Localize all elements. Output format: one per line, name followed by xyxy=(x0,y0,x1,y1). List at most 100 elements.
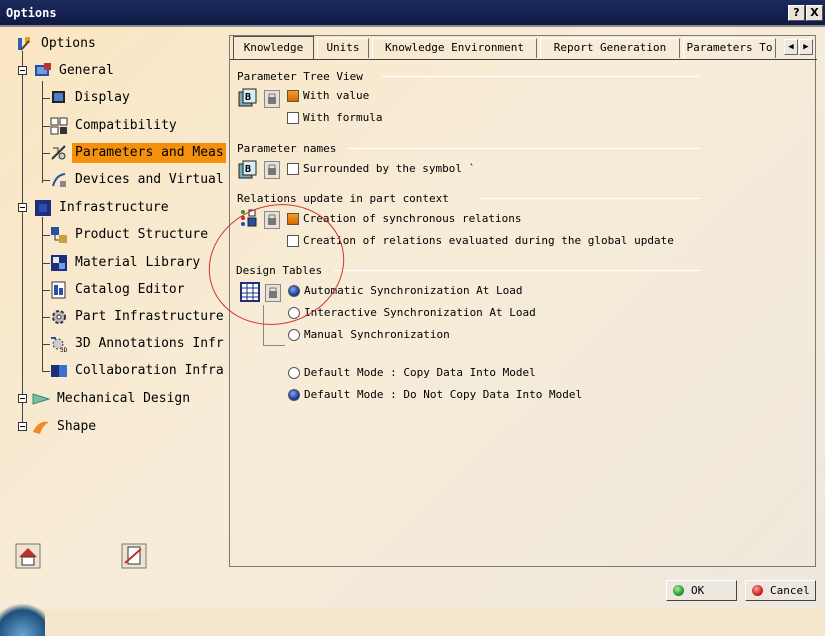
expand-mechanical-design-toggle[interactable] xyxy=(18,394,27,403)
tree-connector xyxy=(42,81,43,183)
tree-connector xyxy=(42,235,50,236)
tab-report-generation[interactable]: Report Generation xyxy=(540,38,680,58)
expand-shape-toggle[interactable] xyxy=(18,422,27,431)
lock-group-bracket xyxy=(263,345,285,346)
lock-icon[interactable] xyxy=(264,161,280,179)
surrounded-by-symbol-checkbox[interactable]: Surrounded by the symbol ` xyxy=(287,162,547,178)
copy-data-mode-radio-dot[interactable] xyxy=(288,367,300,379)
lock-icon[interactable] xyxy=(264,211,280,229)
tree-item-part-infrastructure[interactable]: Part Infrastructure xyxy=(50,307,226,327)
no-copy-data-mode-radio[interactable]: Default Mode : Do Not Copy Data Into Mod… xyxy=(288,388,618,404)
collaboration-icon xyxy=(51,365,67,377)
tab-units[interactable]: Units xyxy=(317,38,369,58)
surrounded-by-symbol-check[interactable] xyxy=(287,163,299,175)
catalog-editor-icon xyxy=(51,281,66,299)
interactive-sync-radio[interactable]: Interactive Synchronization At Load xyxy=(288,306,568,322)
tree-item-collaboration[interactable]: Collaboration Infra xyxy=(50,361,226,381)
tree-connector xyxy=(42,98,50,99)
close-button[interactable]: X xyxy=(806,5,823,21)
tree-item-material-library[interactable]: Material Library xyxy=(50,253,226,273)
with-value-check[interactable] xyxy=(287,90,299,102)
cancel-button[interactable]: Cancel xyxy=(745,580,816,601)
tree-connector xyxy=(42,290,50,291)
with-formula-check[interactable] xyxy=(287,112,299,124)
tree-connector xyxy=(42,344,50,345)
synchronous-relations-checkbox[interactable]: Creation of synchronous relations xyxy=(287,212,547,228)
tree-connector xyxy=(42,153,50,154)
help-button[interactable]: ? xyxy=(788,5,805,21)
tree-connector xyxy=(42,180,50,181)
parameter-names-icon: B xyxy=(238,160,257,179)
globe-logo xyxy=(0,595,45,636)
evaluated-relations-checkbox[interactable]: Creation of relations evaluated during t… xyxy=(287,234,707,250)
no-copy-data-mode-radio-dot[interactable] xyxy=(288,389,300,401)
parameter-names-title: Parameter names xyxy=(237,142,337,155)
expand-general-toggle[interactable] xyxy=(18,66,27,75)
manual-sync-radio-dot[interactable] xyxy=(288,329,300,341)
tab-scroll-left-button[interactable]: ◀ xyxy=(784,39,798,55)
ok-icon xyxy=(673,585,684,596)
tree-connector xyxy=(42,317,50,318)
tree-connector xyxy=(22,51,23,429)
relations-icon xyxy=(241,209,257,227)
interactive-sync-radio-dot[interactable] xyxy=(288,307,300,319)
parameters-icon xyxy=(51,145,66,160)
tree-item-3d-annotations[interactable]: 3D 3D Annotations Infr xyxy=(50,334,226,354)
svg-text:B: B xyxy=(245,92,251,103)
general-icon xyxy=(35,63,51,76)
tree-item-devices-and-virtual[interactable]: Devices and Virtual xyxy=(50,170,226,190)
lock-group-bracket xyxy=(263,305,264,345)
with-formula-checkbox[interactable]: With formula xyxy=(287,111,487,127)
tree-item-catalog-editor[interactable]: Catalog Editor xyxy=(50,280,226,300)
parameter-tree-view-title: Parameter Tree View xyxy=(237,70,363,83)
annotations-icon: 3D xyxy=(51,337,68,353)
tree-root-options[interactable]: Options xyxy=(16,34,216,54)
infrastructure-icon xyxy=(35,200,51,216)
evaluated-relations-check[interactable] xyxy=(287,235,299,247)
lock-icon[interactable] xyxy=(265,284,281,302)
svg-text:3D: 3D xyxy=(60,347,68,353)
tree-item-compatibility[interactable]: Compatibility xyxy=(50,116,226,136)
expand-infrastructure-toggle[interactable] xyxy=(18,203,27,212)
tree-connector xyxy=(42,263,50,264)
group-divider xyxy=(479,198,700,199)
material-library-icon xyxy=(51,255,67,271)
tab-scroll-right-button[interactable]: ▶ xyxy=(799,39,813,55)
svg-text:B: B xyxy=(245,164,251,175)
dialog-body: Options General Display Compatibility Pa… xyxy=(0,27,825,636)
tree-item-display[interactable]: Display xyxy=(50,88,226,108)
automatic-sync-radio-dot[interactable] xyxy=(288,285,300,297)
display-icon xyxy=(52,91,65,103)
tab-knowledge[interactable]: Knowledge xyxy=(233,36,314,59)
tree-item-shape[interactable]: Shape xyxy=(32,417,224,437)
manual-sync-radio[interactable]: Manual Synchronization xyxy=(288,328,568,344)
tab-knowledge-environment[interactable]: Knowledge Environment xyxy=(372,38,537,58)
compatibility-icon xyxy=(50,117,68,135)
group-divider xyxy=(382,76,700,77)
part-infrastructure-icon xyxy=(52,310,66,324)
options-tree: Options General Display Compatibility Pa… xyxy=(0,27,226,547)
options-icon xyxy=(18,37,30,51)
ok-button[interactable]: OK xyxy=(666,580,737,601)
lock-icon[interactable] xyxy=(264,90,280,108)
synchronous-relations-check[interactable] xyxy=(287,213,299,225)
group-divider xyxy=(348,148,700,149)
tree-item-parameters-and-measure[interactable]: Parameters and Meas xyxy=(50,143,226,163)
copy-data-mode-radio[interactable]: Default Mode : Copy Data Into Model xyxy=(288,366,588,382)
tab-parameters-tolerances[interactable]: Parameters To xyxy=(683,38,776,58)
tree-item-infrastructure[interactable]: Infrastructure xyxy=(34,198,224,218)
tree-item-mechanical-design[interactable]: Mechanical Design xyxy=(32,389,224,409)
tree-item-general[interactable]: General xyxy=(34,61,224,81)
group-divider xyxy=(334,270,700,271)
knowledge-tab-content: Parameter Tree View B With value With fo… xyxy=(230,59,817,568)
with-value-checkbox[interactable]: With value xyxy=(287,89,487,105)
tab-bar: Knowledge Units Knowledge Environment Re… xyxy=(230,36,817,59)
home-options-icon[interactable] xyxy=(15,543,41,569)
title-bar: Options ? X xyxy=(0,0,825,27)
tree-connector xyxy=(42,126,50,127)
shape-icon xyxy=(33,421,49,434)
tree-connector xyxy=(42,371,50,372)
tools-options-icon[interactable] xyxy=(121,543,147,569)
automatic-sync-radio[interactable]: Automatic Synchronization At Load xyxy=(288,284,568,300)
tree-item-product-structure[interactable]: Product Structure xyxy=(50,225,226,245)
